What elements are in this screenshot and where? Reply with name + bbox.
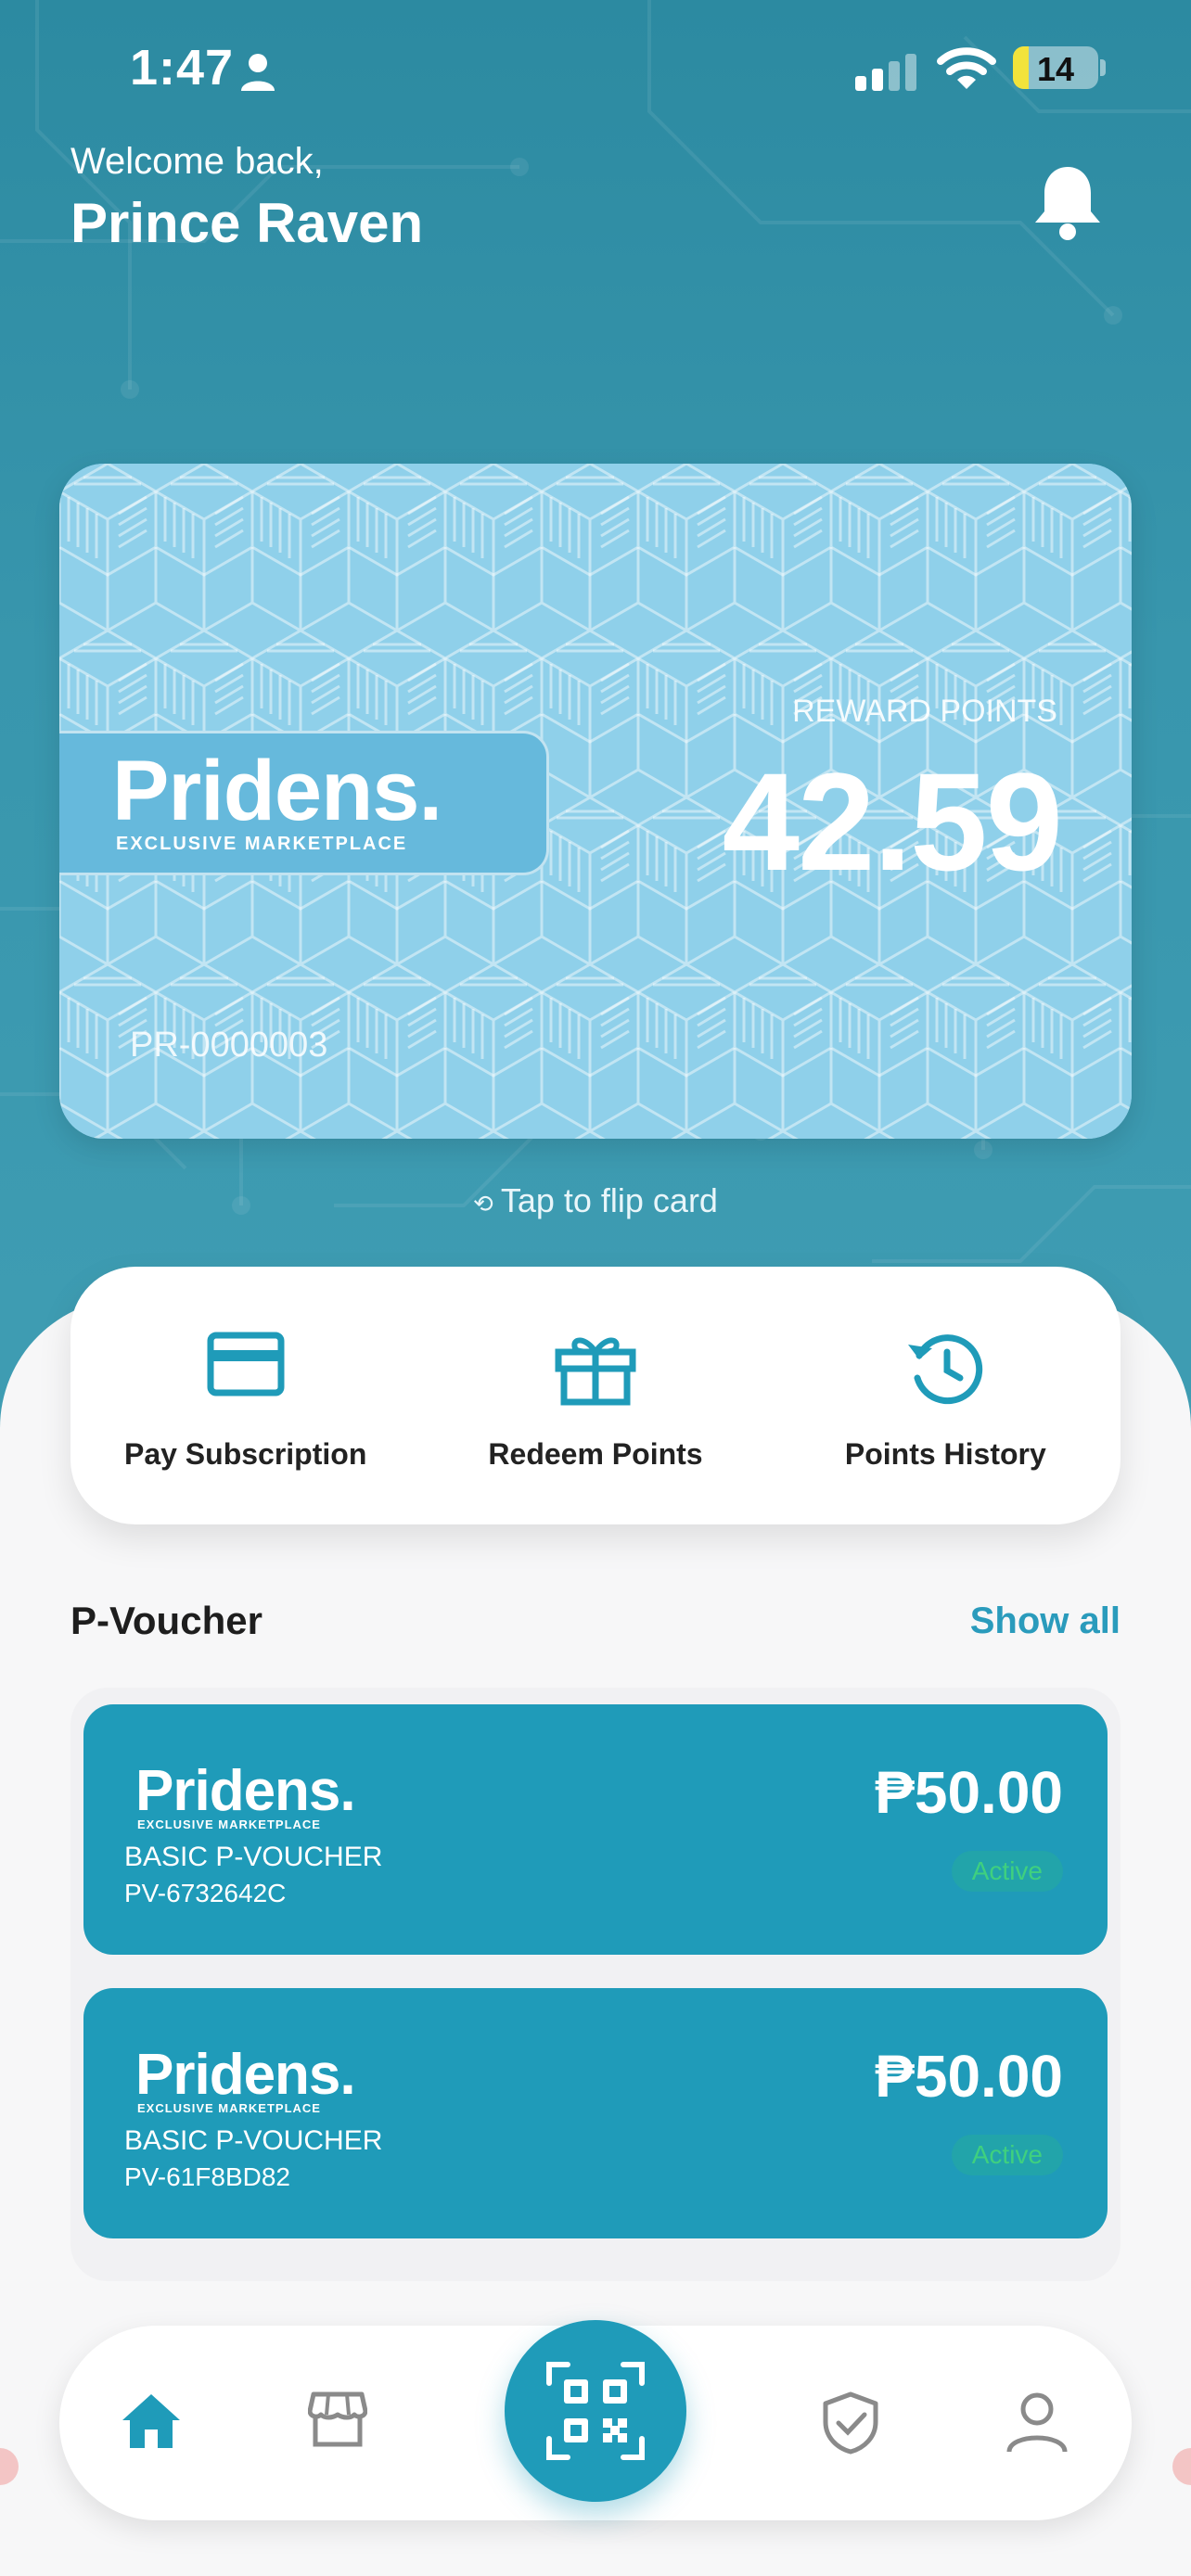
gift-icon: [555, 1337, 636, 1406]
voucher-status-badge: Active: [951, 1851, 1063, 1892]
voucher-tagline: EXCLUSIVE MARKETPLACE: [137, 2101, 321, 2115]
wifi-icon: [937, 47, 996, 89]
quick-actions: Pay Subscription Redeem Points Points Hi…: [70, 1267, 1121, 1524]
show-all-link[interactable]: Show all: [970, 1600, 1121, 1642]
person-icon: [241, 54, 275, 91]
voucher-code: PV-61F8BD82: [124, 2162, 290, 2191]
reward-points-label: REWARD POINTS: [792, 694, 1057, 729]
voucher-brand: Pridens.: [135, 1759, 356, 1823]
voucher-status-badge: Active: [951, 2135, 1063, 2175]
pay-subscription-button[interactable]: Pay Subscription: [70, 1267, 420, 1524]
battery-level: 14: [1036, 50, 1075, 88]
voucher-brand: Pridens.: [135, 2043, 356, 2107]
voucher-amount: ₱50.00: [875, 1759, 1063, 1826]
welcome-text: Welcome back,: [70, 141, 324, 182]
user-name: Prince Raven: [70, 192, 424, 254]
home-icon[interactable]: [119, 2391, 184, 2452]
scan-qr-button[interactable]: [505, 2320, 686, 2502]
voucher-card[interactable]: Pridens. EXCLUSIVE MARKETPLACE BASIC P-V…: [83, 1704, 1108, 1955]
notification-bell-icon[interactable]: [1031, 163, 1104, 241]
profile-icon[interactable]: [1005, 2391, 1069, 2454]
voucher-amount: ₱50.00: [875, 2043, 1063, 2110]
qr-scan-icon: [546, 2362, 645, 2460]
brand-tagline: EXCLUSIVE MARKETPLACE: [116, 834, 408, 854]
reward-points-value: 42.59: [722, 744, 1063, 899]
pay-subscription-label: Pay Subscription: [123, 1437, 367, 1471]
status-bar: 1:47 14: [0, 0, 1191, 139]
cellular-signal-icon: [855, 54, 916, 91]
member-id: PR-0000003: [130, 1026, 328, 1065]
status-time: 1:47: [130, 40, 235, 96]
redeem-points-button[interactable]: Redeem Points: [420, 1267, 770, 1524]
brand-name: Pridens.: [112, 744, 442, 838]
card-logo: Pridens. EXCLUSIVE MARKETPLACE: [59, 731, 549, 875]
redeem-points-label: Redeem Points: [488, 1437, 703, 1471]
voucher-section-title: P-Voucher: [70, 1599, 263, 1642]
points-history-button[interactable]: Points History: [771, 1267, 1121, 1524]
battery-cap: [1100, 59, 1106, 76]
voucher-tagline: EXCLUSIVE MARKETPLACE: [137, 1817, 321, 1831]
voucher-type: BASIC P-VOUCHER: [124, 1842, 383, 1872]
flip-card-hint[interactable]: ⟲ Tap to flip card: [0, 1181, 1191, 1220]
points-history-label: Points History: [844, 1437, 1046, 1471]
voucher-type: BASIC P-VOUCHER: [124, 2125, 383, 2156]
store-icon[interactable]: [308, 2391, 367, 2448]
history-icon: [908, 1334, 983, 1405]
shield-check-icon[interactable]: [818, 2391, 883, 2455]
reward-card[interactable]: Pridens. EXCLUSIVE MARKETPLACE REWARD PO…: [59, 464, 1132, 1139]
battery-indicator: 14: [1013, 46, 1098, 89]
credit-card-icon: [207, 1332, 285, 1396]
voucher-card[interactable]: Pridens. EXCLUSIVE MARKETPLACE BASIC P-V…: [83, 1988, 1108, 2238]
flip-icon: ⟲: [473, 1190, 493, 1218]
flip-card-text: Tap to flip card: [500, 1181, 718, 1219]
voucher-code: PV-6732642C: [124, 1879, 287, 1907]
